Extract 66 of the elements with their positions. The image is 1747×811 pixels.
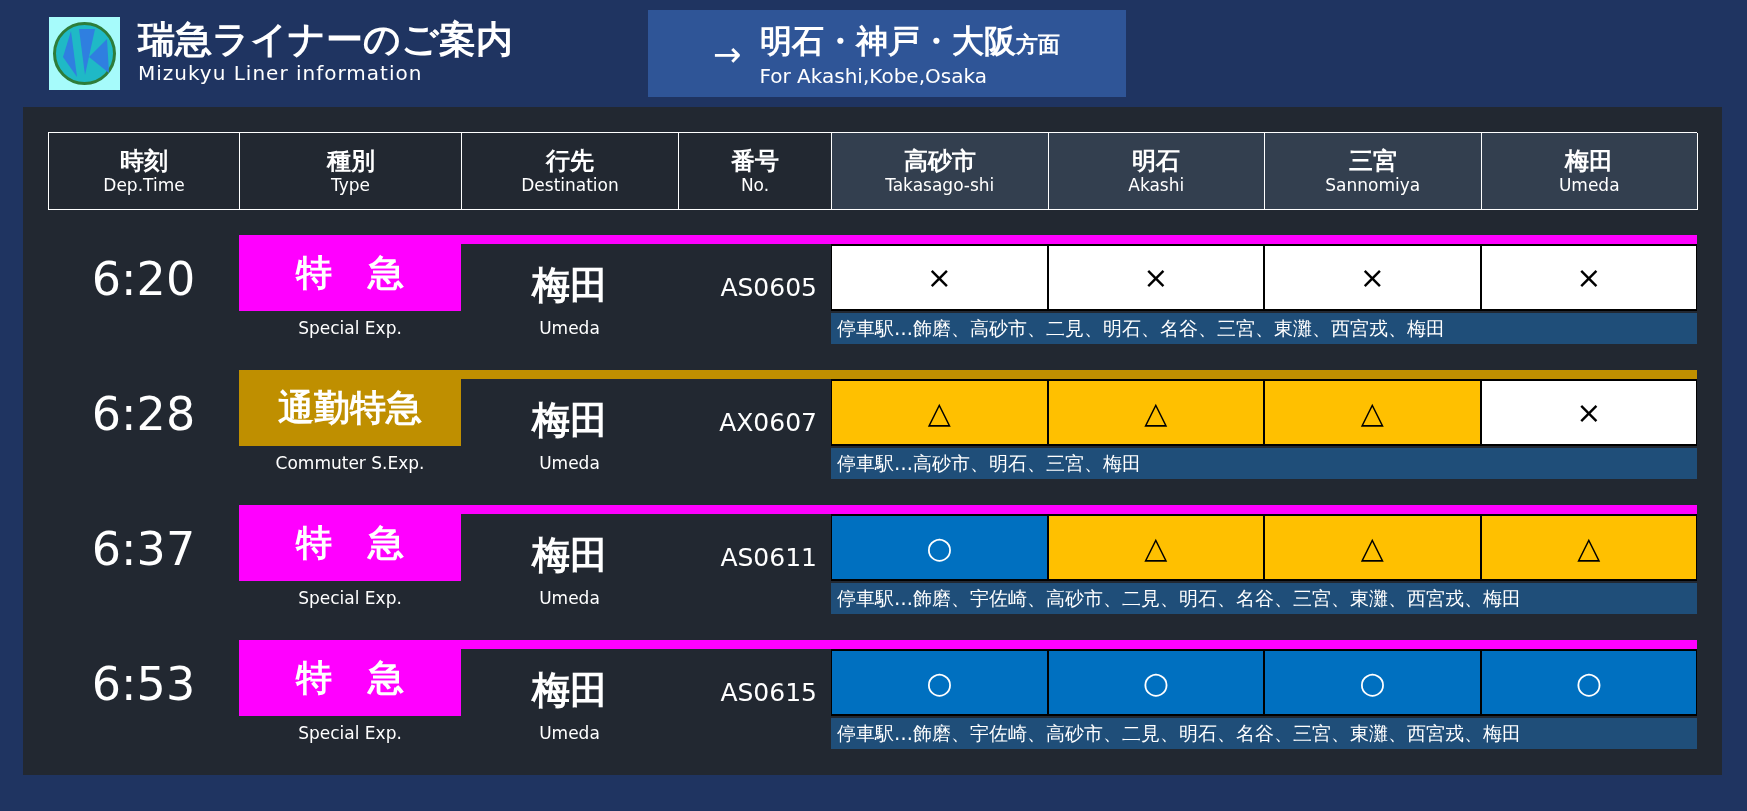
header-english: Umeda <box>1558 175 1620 195</box>
logo-icon <box>49 17 120 90</box>
header-label: 行先 <box>546 147 594 175</box>
departure-time: 6:53 <box>90 656 197 713</box>
train-type: 特 急 <box>239 640 461 716</box>
board-subtitle: Mizukyu Liner information <box>138 62 424 84</box>
header-label: 種別 <box>326 147 375 175</box>
departure-time: 6:20 <box>90 251 197 308</box>
header-label: 高砂市 <box>903 147 976 175</box>
direction-arrow: → <box>713 33 742 74</box>
departure-time: 6:28 <box>90 386 197 443</box>
stopping-stations: 停車駅…飾磨、高砂市、二見、明石、名谷、三宮、東灘、西宮戎、梅田 <box>831 313 1697 344</box>
train-type-english: Special Exp. <box>297 587 403 610</box>
seat-status-cell: × <box>1480 244 1697 311</box>
seat-status-cell: △ <box>1047 514 1264 581</box>
direction-english: For Akashi,Kobe,Osaka <box>759 64 988 87</box>
header-label: 梅田 <box>1565 147 1614 175</box>
header-english: Sannomiya <box>1325 175 1421 195</box>
direction-destination: 明石・神戸・大阪方面 <box>759 20 1060 62</box>
seat-status-cell: ○ <box>831 514 1048 581</box>
destination: 梅田 <box>530 532 609 579</box>
header-label: 時刻 <box>120 147 168 175</box>
header-english: Takasago-shi <box>885 175 995 195</box>
destination: 梅田 <box>530 397 609 444</box>
header-english: No. <box>740 175 770 195</box>
board-title: 瑞急ライナーのご案内 <box>138 18 514 62</box>
seat-status-cell: ○ <box>831 649 1048 716</box>
stopping-stations: 停車駅…飾磨、宇佐崎、高砂市、二見、明石、名谷、三宮、東灘、西宮戎、梅田 <box>831 718 1697 749</box>
train-number: AS0611 <box>719 542 818 574</box>
destination-english: Umeda <box>538 587 601 610</box>
seat-status-cell: △ <box>1047 379 1264 446</box>
seat-status-cell: × <box>1264 244 1481 311</box>
destination-english: Umeda <box>538 317 601 340</box>
seat-status-cell: ○ <box>1264 649 1481 716</box>
seat-status-cell: ○ <box>1480 649 1697 716</box>
stopping-stations: 停車駅…高砂市、明石、三宮、梅田 <box>831 448 1697 479</box>
seat-status-cell: △ <box>1264 514 1481 581</box>
train-type: 特 急 <box>239 235 461 311</box>
train-type: 通勤特急 <box>239 370 461 446</box>
seat-status-cell: × <box>1480 379 1697 446</box>
destination: 梅田 <box>530 262 609 309</box>
destination-english: Umeda <box>538 452 601 475</box>
train-type: 特 急 <box>239 505 461 581</box>
seat-status-cell: △ <box>831 379 1048 446</box>
train-type-english: Commuter S.Exp. <box>274 452 426 475</box>
seat-status-cell: × <box>831 244 1048 311</box>
seat-status-cell: △ <box>1264 379 1481 446</box>
header-english: Type <box>330 175 370 195</box>
stopping-stations: 停車駅…飾磨、宇佐崎、高砂市、二見、明石、名谷、三宮、東灘、西宮戎、梅田 <box>831 583 1697 614</box>
seat-status-cell: △ <box>1480 514 1697 581</box>
train-number: AS0605 <box>719 272 818 304</box>
train-type-english: Special Exp. <box>297 317 403 340</box>
seat-status-cell: ○ <box>1047 649 1264 716</box>
train-type-english: Special Exp. <box>297 722 403 745</box>
header-english: Dep.Time <box>103 175 185 195</box>
header-english: Akashi <box>1128 175 1185 195</box>
train-number: AS0615 <box>719 677 818 709</box>
destination: 梅田 <box>530 667 609 714</box>
seat-status-cell: × <box>1047 244 1264 311</box>
header-label: 三宮 <box>1348 147 1397 175</box>
destination-english: Umeda <box>538 722 601 745</box>
header-label: 明石 <box>1132 147 1181 175</box>
header-english: Destination <box>521 175 619 195</box>
departure-time: 6:37 <box>90 521 197 578</box>
train-number: AX0607 <box>718 407 818 439</box>
header-label: 番号 <box>731 147 779 175</box>
